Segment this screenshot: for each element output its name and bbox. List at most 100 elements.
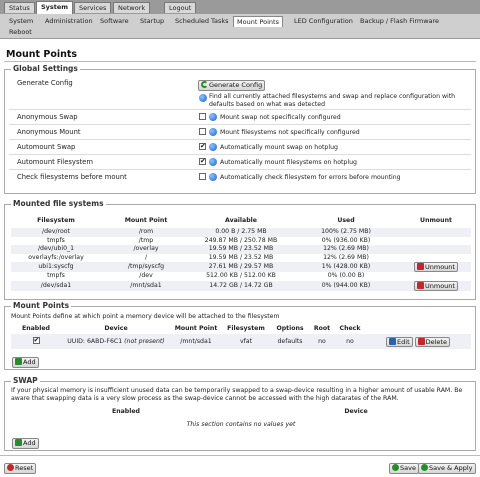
subtab-startup[interactable]: Startup — [137, 16, 167, 27]
available-cell: 14.72 GB / 14.72 GB — [191, 280, 291, 291]
mounted-filesystems-legend: Mounted file systems — [11, 199, 106, 208]
mount-point-cell: /mnt/sda1 — [171, 334, 221, 349]
add-mount-button[interactable]: Add — [12, 357, 39, 368]
add-swap-button-label: Add — [23, 439, 36, 447]
mount-point-cell: /tmp/syscfg — [101, 262, 191, 272]
mount-points-section: Mount Points Mount Points define at whic… — [4, 301, 476, 370]
check-filesystems-checkbox[interactable] — [199, 173, 206, 180]
mount-enabled-checkbox[interactable] — [32, 336, 40, 344]
anonymous-mount-checkbox[interactable] — [199, 128, 206, 135]
mount-points-description: Mount Points define at which point a mem… — [11, 313, 280, 320]
info-icon — [199, 94, 207, 102]
unmount-cell — [401, 272, 471, 281]
info-icon — [209, 158, 217, 166]
used-cell: 12% (2.69 MB) — [291, 245, 401, 254]
subtab-scheduled-tasks[interactable]: Scheduled Tasks — [172, 16, 231, 27]
filesystem-cell: /dev/ubi0_1 — [11, 245, 101, 254]
tab-status[interactable]: Status — [4, 2, 35, 13]
anonymous-swap-checkbox[interactable] — [199, 113, 206, 120]
option-label: Anonymous Mount — [17, 128, 81, 136]
save-apply-button[interactable]: Save & Apply — [418, 463, 476, 474]
unmount-button[interactable]: Unmount — [414, 280, 458, 291]
footer-divider — [0, 455, 480, 456]
filesystem-cell: /dev/root — [11, 228, 101, 237]
column-header: Available — [225, 216, 257, 224]
device-note: (not present) — [124, 337, 165, 345]
column-header: Unmount — [420, 216, 452, 224]
mount-point-cell: /rom — [101, 228, 191, 237]
save-button-label: Save — [400, 464, 416, 472]
filesystem-cell: /dev/sda1 — [11, 280, 101, 291]
column-header: Device — [104, 325, 128, 332]
unmount-cell — [401, 245, 471, 254]
unmount-button[interactable]: Unmount — [414, 262, 458, 272]
subtab-software[interactable]: Software — [97, 16, 132, 27]
reload-icon — [201, 81, 208, 88]
mount-point-cell: /overlay — [101, 245, 191, 254]
used-cell: 100% (2.75 MB) — [291, 228, 401, 237]
swap-description: If your physical memory is insufficient … — [11, 387, 463, 402]
option-description: Mount filesystems not specifically confi… — [220, 129, 360, 136]
subtab-backup-flash-firmware[interactable]: Backup / Flash Firmware — [357, 16, 442, 27]
generate-config-button[interactable]: Generate Config — [198, 80, 266, 91]
reset-button-label: Reset — [15, 464, 34, 472]
option-description: Mount swap not specifically configured — [220, 114, 341, 121]
tab-system[interactable]: System — [36, 1, 74, 14]
reset-icon — [7, 464, 14, 471]
subtab-mount-points[interactable]: Mount Points — [233, 16, 283, 27]
column-header: Root — [313, 325, 331, 332]
available-cell: 27.61 MB / 29.57 MB — [191, 262, 291, 272]
delete-button[interactable]: Delete — [414, 336, 450, 347]
column-header: Enabled — [112, 407, 140, 415]
subtab-led-configuration[interactable]: LED Configuration — [291, 16, 356, 27]
option-row-check-filesystems: Check filesystems before mount Automatic… — [9, 170, 471, 185]
reset-button[interactable]: Reset — [4, 463, 37, 474]
info-icon — [209, 173, 217, 181]
save-button[interactable]: Save — [389, 463, 419, 474]
title-divider — [4, 61, 476, 62]
column-header: Check — [339, 325, 361, 332]
available-cell: 19.59 MB / 23.52 MB — [191, 245, 291, 254]
device-cell: UUID: 6ABD-F6C1 (not present) — [61, 334, 171, 349]
close-icon — [417, 281, 424, 289]
subtab-system[interactable]: System — [6, 16, 36, 27]
unmount-cell — [401, 254, 471, 263]
filesystem-cell: tmpfs — [47, 272, 65, 280]
generate-config-row: Generate Config Generate Config Find all… — [9, 76, 471, 110]
info-icon — [209, 143, 217, 151]
option-description: Automatically mount filesystems on hotpl… — [220, 159, 357, 166]
edit-button-label: Edit — [397, 337, 410, 346]
tab-logout[interactable]: Logout — [164, 2, 197, 13]
unmount-button-label: Unmount — [425, 263, 455, 271]
table-row: UUID: 6ABD-F6C1 (not present) /mnt/sda1 … — [11, 334, 471, 349]
edit-button[interactable]: Edit — [386, 336, 413, 347]
option-description: Automatically check filesystem for error… — [220, 174, 401, 181]
used-cell: 0% (0.00 B) — [327, 272, 365, 280]
table-row: ubi1:syscfg /tmp/syscfg 27.61 MB / 29.57… — [11, 262, 471, 272]
unmount-cell — [401, 237, 471, 246]
used-cell: 0% (944.00 KB) — [291, 280, 401, 291]
tab-network[interactable]: Network — [113, 2, 151, 13]
option-row-automount-filesystem: Automount Filesystem Automatically mount… — [9, 155, 471, 170]
option-label: Check filesystems before mount — [17, 173, 127, 181]
subtab-reboot[interactable]: Reboot — [6, 27, 35, 38]
delete-icon — [417, 337, 425, 345]
subtab-administration[interactable]: Administration — [42, 16, 96, 27]
mount-point-cell: /dev — [139, 272, 153, 280]
add-swap-button[interactable]: Add — [12, 438, 39, 449]
unmount-cell — [401, 228, 471, 237]
column-header: Device — [344, 407, 368, 415]
tab-services[interactable]: Services — [74, 2, 112, 13]
close-icon — [417, 263, 424, 270]
table-row: overlayfs:/overlay / 19.59 MB / 23.52 MB… — [11, 254, 471, 263]
mount-points-legend: Mount Points — [11, 301, 72, 310]
page-title: Mount Points — [6, 49, 78, 60]
automount-filesystem-checkbox[interactable] — [199, 157, 206, 165]
mount-point-cell: / — [144, 253, 148, 261]
sub-nav: System Administration Software Startup S… — [0, 14, 480, 39]
column-header: Used — [337, 216, 355, 224]
generate-config-description: Find all currently attached filesystems … — [209, 93, 456, 108]
automount-swap-checkbox[interactable] — [199, 142, 206, 150]
check-cell: no — [335, 334, 365, 349]
table-row: /dev/ubi0_1 /overlay 19.59 MB / 23.52 MB… — [11, 245, 471, 254]
